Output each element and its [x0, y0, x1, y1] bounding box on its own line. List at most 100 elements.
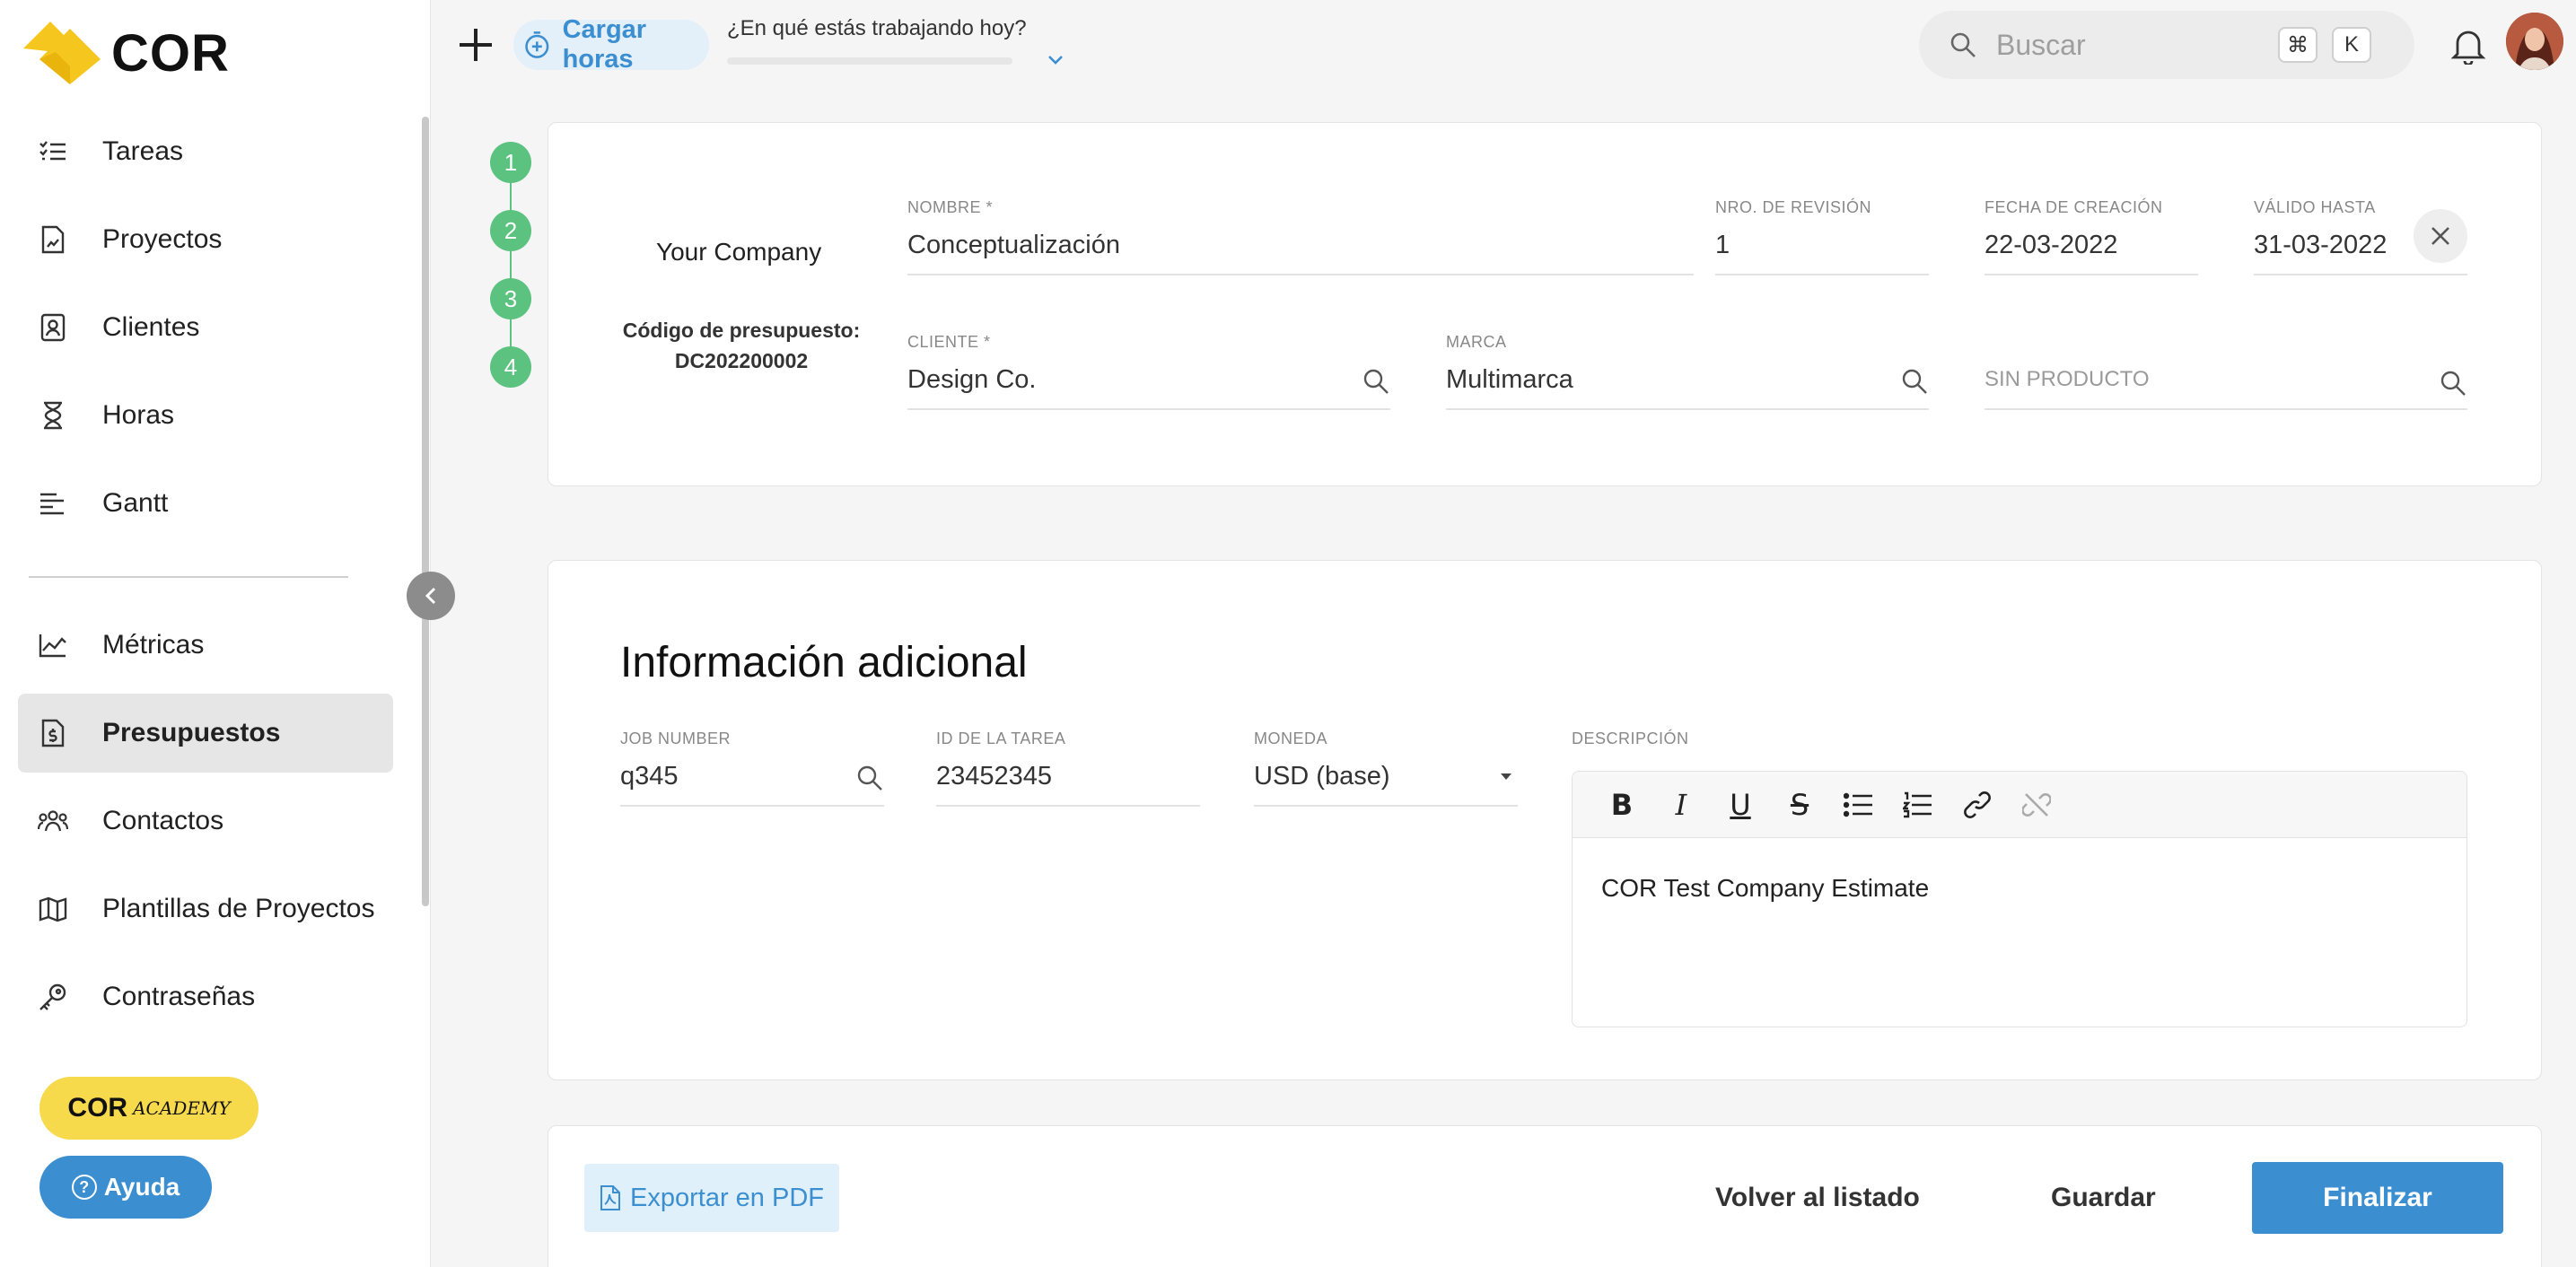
- help-button[interactable]: ? Ayuda: [39, 1156, 212, 1219]
- job-number-field[interactable]: JOB NUMBER q345: [620, 730, 884, 807]
- brand-text: Multimarca: [1446, 365, 1573, 394]
- chevron-down-icon[interactable]: [1045, 50, 1066, 68]
- task-list-icon: [38, 136, 68, 167]
- dropdown-arrow-icon[interactable]: [1500, 773, 1512, 782]
- cor-academy-button[interactable]: COR ACADEMY: [39, 1077, 258, 1140]
- unlink-icon[interactable]: [2007, 782, 2066, 827]
- step-2[interactable]: 2: [490, 210, 531, 251]
- name-text: Conceptualización: [907, 231, 1120, 259]
- task-id-value[interactable]: 23452345: [936, 762, 1200, 807]
- main-nav: Tareas Proyectos Clientes Horas Gantt: [18, 112, 393, 552]
- close-icon: [2431, 227, 2449, 245]
- brand-value[interactable]: Multimarca: [1446, 365, 1929, 410]
- sidebar-item-label: Clientes: [102, 312, 200, 342]
- sidebar-scrollbar[interactable]: [422, 117, 429, 906]
- search-icon: [1950, 32, 1976, 57]
- topbar: Cargar horas ¿En qué estás trabajando ho…: [431, 0, 2576, 90]
- user-avatar[interactable]: [2506, 13, 2563, 70]
- sidebar-item-horas[interactable]: Horas: [18, 376, 393, 455]
- sidebar-item-gantt[interactable]: Gantt: [18, 464, 393, 543]
- sidebar-item-label: Plantillas de Proyectos: [102, 894, 375, 923]
- sidebar-item-label: Contactos: [102, 806, 224, 835]
- sidebar-item-tareas[interactable]: Tareas: [18, 112, 393, 191]
- currency-select[interactable]: USD (base): [1254, 762, 1518, 807]
- client-value[interactable]: Design Co.: [907, 365, 1390, 410]
- collapse-sidebar-button[interactable]: [407, 572, 455, 620]
- secondary-nav: Métricas Presupuestos Contactos Plantill…: [18, 606, 393, 1045]
- client-field[interactable]: CLIENTE * Design Co.: [907, 333, 1390, 410]
- step-1[interactable]: 1: [490, 142, 531, 183]
- product-field[interactable]: SIN PRODUCTO: [1985, 333, 2467, 410]
- working-on-bar: [727, 57, 1012, 65]
- job-number-label: JOB NUMBER: [620, 730, 732, 747]
- sidebar-item-label: Proyectos: [102, 224, 223, 254]
- hourglass-icon: [38, 400, 68, 431]
- sidebar-item-presupuestos[interactable]: Presupuestos: [18, 694, 393, 773]
- search-input[interactable]: [1996, 28, 2265, 62]
- academy-main-label: COR: [67, 1093, 128, 1123]
- bold-icon[interactable]: B: [1592, 782, 1652, 827]
- creation-date-value[interactable]: 22-03-2022: [1985, 231, 2198, 275]
- job-number-value[interactable]: q345: [620, 762, 884, 807]
- task-id-field[interactable]: ID DE LA TAREA 23452345: [936, 730, 1200, 807]
- search-icon[interactable]: [2439, 369, 2467, 398]
- add-icon[interactable]: [456, 25, 495, 65]
- italic-icon[interactable]: I: [1652, 782, 1711, 827]
- brand-label: MARCA: [1446, 333, 1507, 351]
- export-pdf-label: Exportar en PDF: [630, 1183, 824, 1212]
- step-4[interactable]: 4: [490, 346, 531, 388]
- description-text[interactable]: COR Test Company Estimate: [1573, 838, 2466, 939]
- sidebar-item-label: Contraseñas: [102, 982, 256, 1011]
- search-icon[interactable]: [855, 764, 884, 792]
- section-title: Información adicional: [620, 639, 1028, 686]
- sidebar-item-contactos[interactable]: Contactos: [18, 782, 393, 861]
- link-icon[interactable]: [1948, 782, 2007, 827]
- finalize-button[interactable]: Finalizar: [2252, 1162, 2503, 1234]
- brand-field[interactable]: MARCA Multimarca: [1446, 333, 1929, 410]
- creation-date-field[interactable]: FECHA DE CREACIÓN 22-03-2022: [1985, 198, 2198, 275]
- revision-value[interactable]: 1: [1715, 231, 1929, 275]
- gantt-icon: [38, 488, 68, 519]
- description-editor[interactable]: B I U S COR Test Company Estimate: [1572, 771, 2467, 1027]
- sidebar-item-contrasenas[interactable]: Contraseñas: [18, 957, 393, 1036]
- step-3[interactable]: 3: [490, 278, 531, 319]
- save-button[interactable]: Guardar: [2051, 1164, 2156, 1232]
- sidebar-item-clientes[interactable]: Clientes: [18, 288, 393, 367]
- notifications-bell-icon[interactable]: [2450, 25, 2486, 65]
- task-id-label: ID DE LA TAREA: [936, 730, 1066, 747]
- sidebar-item-plantillas[interactable]: Plantillas de Proyectos: [18, 869, 393, 948]
- client-label: CLIENTE *: [907, 333, 991, 351]
- back-to-list-button[interactable]: Volver al listado: [1715, 1164, 1920, 1232]
- sidebar-item-proyectos[interactable]: Proyectos: [18, 200, 393, 279]
- export-pdf-button[interactable]: Exportar en PDF: [584, 1164, 839, 1232]
- product-value[interactable]: SIN PRODUCTO: [1985, 365, 2467, 410]
- sidebar-item-metricas[interactable]: Métricas: [18, 606, 393, 685]
- editor-toolbar: B I U S: [1573, 772, 2466, 838]
- currency-field[interactable]: MONEDA USD (base): [1254, 730, 1518, 807]
- cor-logo[interactable]: COR: [23, 22, 230, 84]
- logo-text: COR: [111, 23, 230, 83]
- sidebar: COR Tareas Proyectos Clientes Horas Gant…: [0, 0, 431, 1267]
- description-field: DESCRIPCIÓN: [1572, 730, 2110, 749]
- underline-icon[interactable]: U: [1711, 782, 1770, 827]
- numbered-list-icon[interactable]: [1888, 782, 1948, 827]
- bullet-list-icon[interactable]: [1829, 782, 1888, 827]
- search-icon[interactable]: [1900, 367, 1929, 396]
- revision-field[interactable]: NRO. DE REVISIÓN 1: [1715, 198, 1929, 275]
- timer-add-icon: [525, 31, 549, 58]
- question-icon: ?: [71, 1175, 97, 1200]
- client-text: Design Co.: [907, 365, 1037, 394]
- log-hours-button[interactable]: Cargar horas: [513, 15, 709, 74]
- project-file-icon: [38, 224, 68, 255]
- close-button[interactable]: [2414, 209, 2467, 263]
- template-map-icon: [38, 894, 68, 924]
- strikethrough-icon[interactable]: S: [1770, 782, 1829, 827]
- name-label: NOMBRE *: [907, 198, 994, 216]
- budget-icon: [38, 718, 68, 748]
- name-field[interactable]: NOMBRE * Conceptualización: [907, 198, 1694, 275]
- search-icon[interactable]: [1362, 367, 1390, 396]
- task-id-text: 23452345: [936, 762, 1053, 791]
- name-value[interactable]: Conceptualización: [907, 231, 1694, 275]
- working-on-prompt[interactable]: ¿En qué estás trabajando hoy?: [727, 16, 1027, 41]
- search-bar[interactable]: ⌘ K: [1919, 11, 2414, 79]
